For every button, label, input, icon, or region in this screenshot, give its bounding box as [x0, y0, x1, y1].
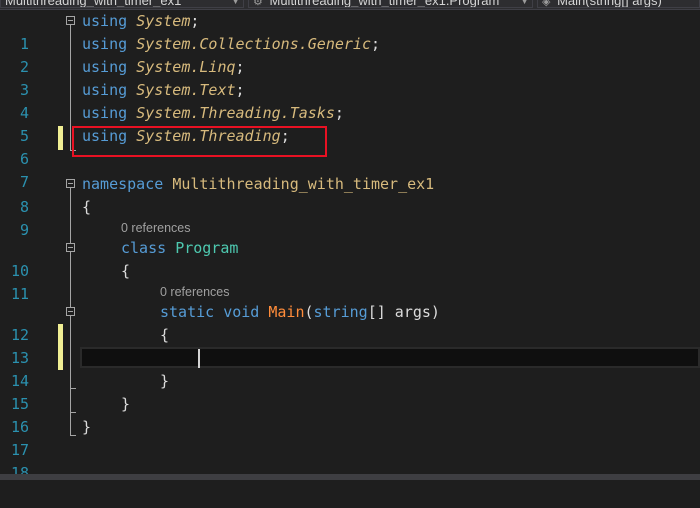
open-brace: {	[160, 326, 170, 344]
codelens-references[interactable]: 0 references	[160, 284, 229, 300]
keyword: static	[160, 303, 215, 321]
chevron-down-icon: ▼	[231, 0, 240, 6]
close-brace: }	[160, 372, 170, 390]
parameter-list: [] args)	[367, 303, 440, 321]
text-caret	[198, 349, 200, 368]
code-line[interactable]: 8 namespace Multithreading_with_timer_ex…	[0, 173, 700, 216]
punctuation: ;	[190, 12, 200, 30]
namespace-name: System.Threading.Tasks	[136, 104, 335, 122]
namespace-name: System	[136, 12, 191, 30]
code-line[interactable]: 17 }	[0, 416, 700, 459]
horizontal-scrollbar[interactable]	[0, 474, 700, 480]
code-line[interactable]: 18	[0, 439, 700, 482]
project-dropdown-label: Multithreading_with_timer_ex1	[5, 0, 182, 8]
code-editor[interactable]: 1 using System; 2 using System.Collectio…	[0, 10, 700, 482]
code-line[interactable]: 16 }	[0, 393, 700, 436]
project-dropdown[interactable]: Multithreading_with_timer_ex1 ▼	[0, 0, 244, 8]
namespace-name: Multithreading_with_timer_ex1	[172, 175, 435, 193]
keyword: using	[82, 81, 128, 99]
keyword: using	[82, 35, 128, 53]
punctuation: ;	[235, 81, 245, 99]
code-line[interactable]: 9 {	[0, 196, 700, 239]
code-line[interactable]: 3 using System.Linq;	[0, 56, 700, 99]
code-line[interactable]: 1 using System;	[0, 10, 700, 53]
class-dropdown-label: Multithreading_with_timer_ex1.Program	[269, 0, 500, 8]
keyword: string	[313, 303, 368, 321]
namespace-name: System.Linq	[136, 58, 236, 76]
code-line[interactable]: 11 {	[0, 260, 700, 303]
code-line[interactable]: 4 using System.Text;	[0, 79, 700, 122]
code-line[interactable]: 2 using System.Collections.Generic;	[0, 33, 700, 76]
code-line[interactable]: 10 class Program	[0, 237, 700, 280]
punctuation: ;	[235, 58, 245, 76]
keyword: using	[82, 104, 128, 122]
class-icon: ⚙	[253, 0, 263, 8]
open-brace: {	[82, 198, 92, 216]
close-brace: }	[82, 418, 92, 436]
punctuation: (	[304, 303, 314, 321]
code-line[interactable]: 15 }	[0, 370, 700, 413]
annotation-highlight-box	[72, 126, 327, 157]
member-dropdown[interactable]: ◈ Main(string[] args)	[537, 0, 700, 8]
chevron-down-icon: ▼	[520, 0, 529, 6]
keyword: using	[82, 58, 128, 76]
keyword: void	[223, 303, 260, 321]
open-brace: {	[121, 262, 131, 280]
method-name: Main	[268, 303, 305, 321]
class-dropdown[interactable]: ⚙ Multithreading_with_timer_ex1.Program …	[248, 0, 533, 8]
keyword: class	[121, 239, 167, 257]
code-line[interactable]: 14	[0, 347, 700, 390]
punctuation: ;	[371, 35, 381, 53]
punctuation: ;	[334, 104, 344, 122]
close-brace: }	[121, 395, 131, 413]
code-line[interactable]: 5 using System.Threading.Tasks;	[0, 102, 700, 145]
namespace-name: System.Text	[136, 81, 236, 99]
code-line[interactable]: 13 {	[0, 324, 700, 367]
namespace-name: System.Collections.Generic	[136, 35, 371, 53]
keyword: namespace	[82, 175, 164, 193]
member-dropdown-label: Main(string[] args)	[557, 0, 662, 8]
keyword: using	[82, 12, 128, 30]
code-line[interactable]: 12 static void Main(string[] args)	[0, 301, 700, 344]
method-icon: ◈	[542, 0, 551, 8]
codelens-references[interactable]: 0 references	[121, 220, 190, 236]
navigation-bar: Multithreading_with_timer_ex1 ▼ ⚙ Multit…	[0, 0, 700, 10]
class-name: Program	[175, 239, 239, 257]
